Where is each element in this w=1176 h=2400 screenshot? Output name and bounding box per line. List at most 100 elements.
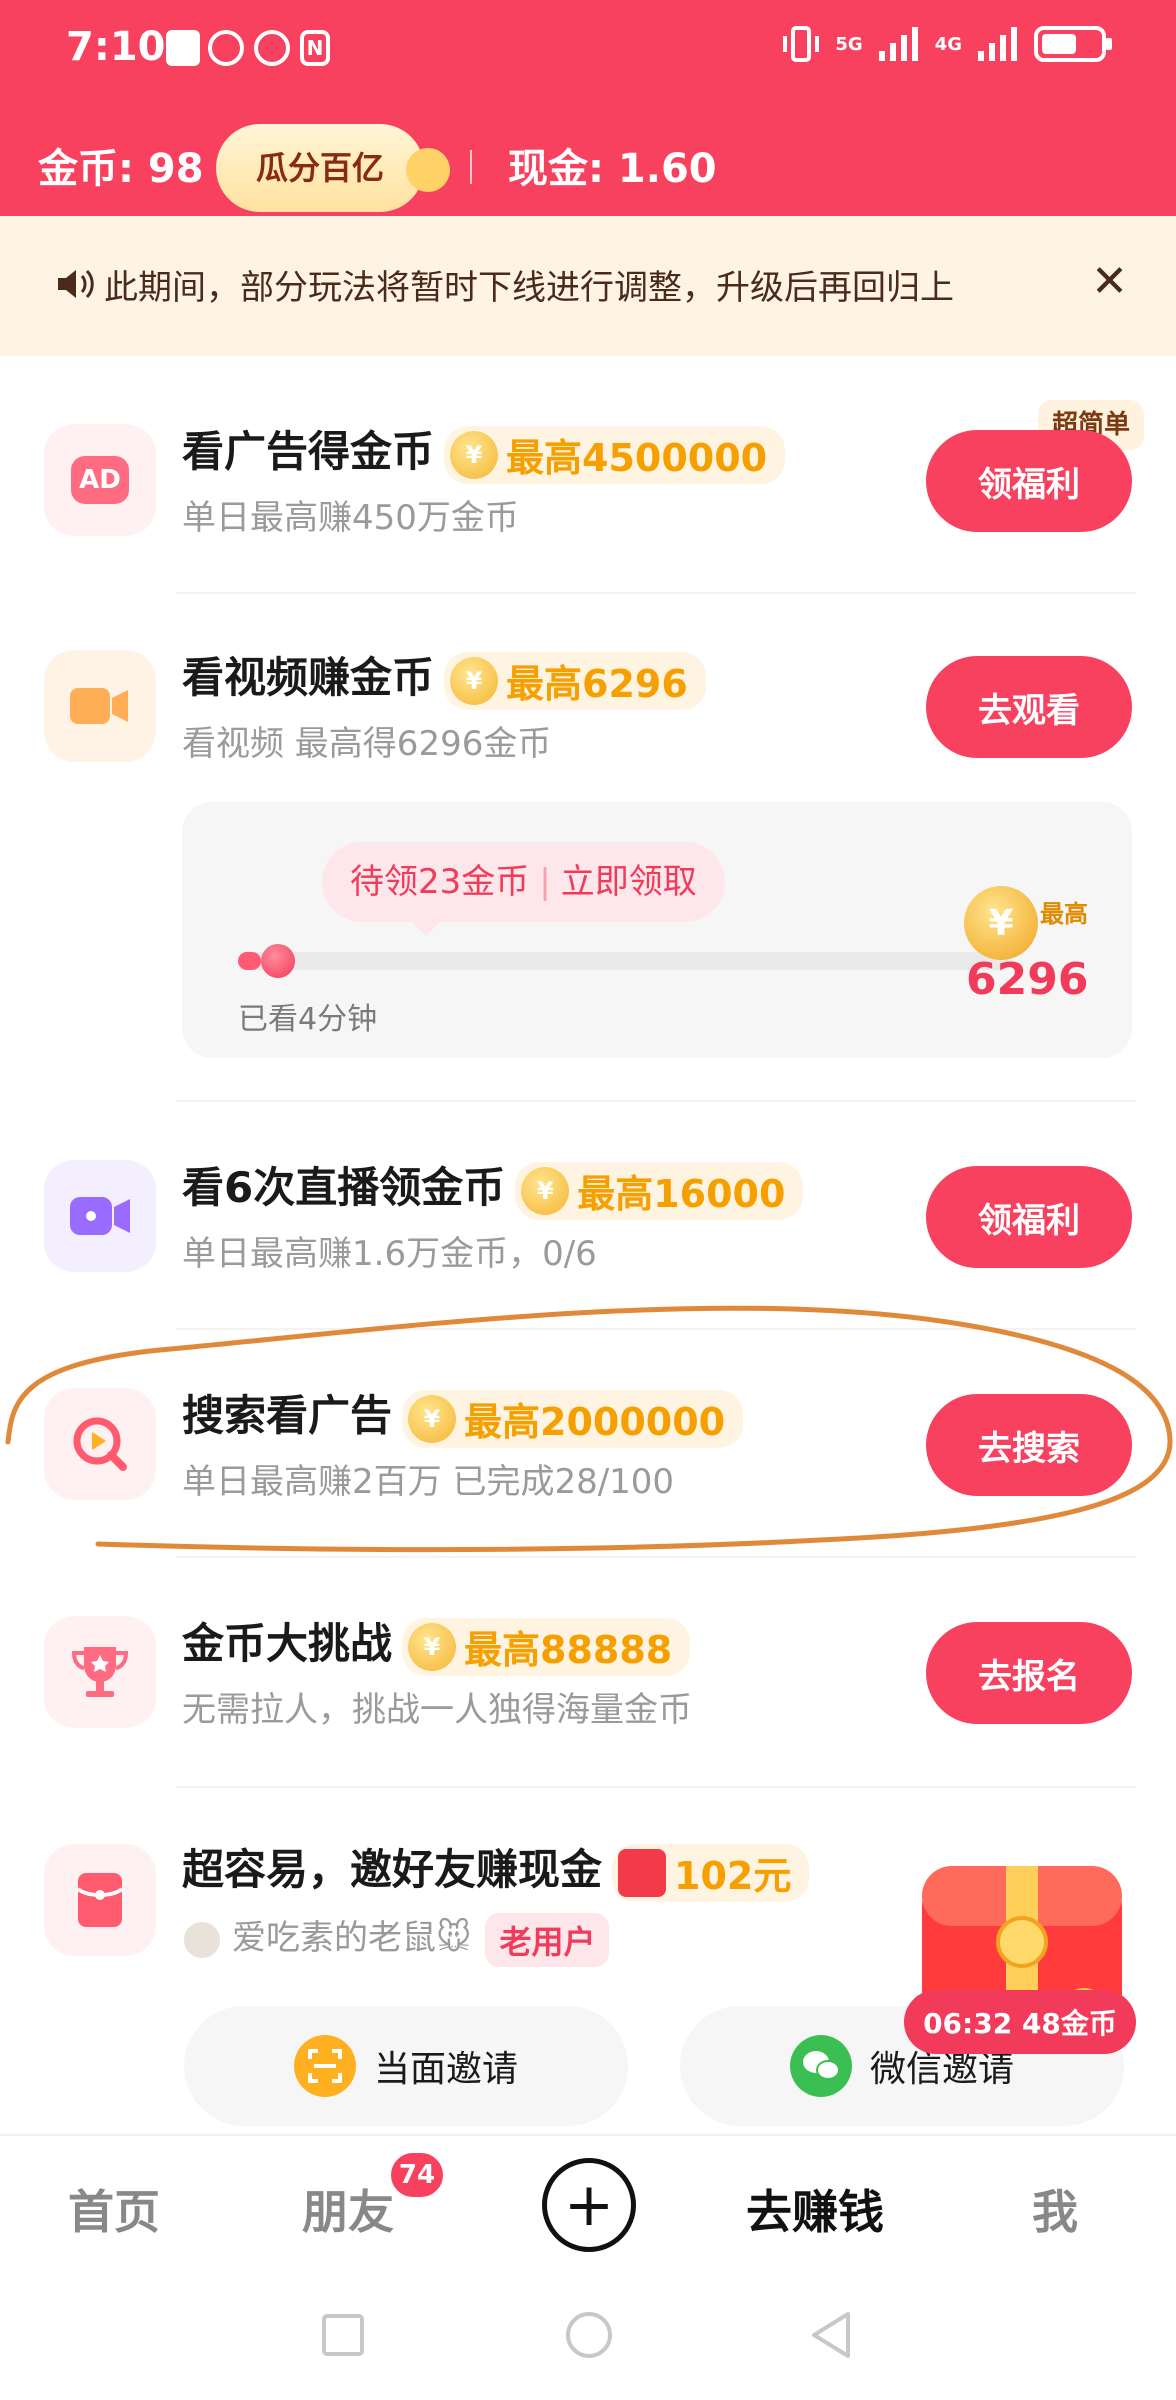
row-divider xyxy=(176,1328,1136,1330)
scan-glyph xyxy=(307,2049,342,2083)
battery-icon xyxy=(1034,26,1112,62)
watch-progress-knob xyxy=(261,944,295,978)
task-subtitle: 单日最高赚1.6万金币，0/6 xyxy=(182,1234,597,1274)
avatar xyxy=(182,1919,222,1960)
notice-text: 此期间，部分玩法将暂时下线进行调整，升级后再回归上 xyxy=(104,268,954,308)
promo-pill-button[interactable]: 瓜分百亿 xyxy=(216,124,451,212)
claim-welfare-button[interactable]: 领福利 xyxy=(926,1166,1132,1268)
claim-now-link[interactable]: 立即领取 xyxy=(561,862,697,902)
reward-text: 最高4500000 xyxy=(506,436,768,480)
coin-icon: ¥ xyxy=(450,430,499,479)
task-row-watch-video: 看视频赚金币 ¥ 最高6296 看视频 最高得6296金币 去观看 xyxy=(0,606,1176,806)
trophy-glyph xyxy=(71,1647,129,1697)
tab-earn[interactable]: 去赚钱 xyxy=(746,2176,884,2242)
app-header: 7:10 N 5G 4G 金币: 98 瓜分百亿 现金: 1.60 xyxy=(0,0,1176,216)
network-5g-label: 5G xyxy=(835,33,863,55)
close-icon[interactable]: ✕ xyxy=(1091,256,1128,307)
old-user-tag: 老用户 xyxy=(485,1912,610,1967)
inviter-line: 爱吃素的老鼠🐭 老用户 xyxy=(182,1910,610,1967)
system-nav-bar xyxy=(0,2274,1176,2400)
task-title-text: 看6次直播领金币 xyxy=(182,1163,506,1212)
tab-me[interactable]: 我 xyxy=(1032,2176,1078,2242)
status-indicators: 5G 4G xyxy=(781,26,1112,62)
task-subtitle: 单日最高赚450万金币 xyxy=(182,498,519,538)
notice-bar: 此期间，部分玩法将暂时下线进行调整，升级后再回归上 ✕ xyxy=(0,216,1176,356)
go-watch-button[interactable]: 去观看 xyxy=(926,656,1132,758)
vibrate-icon xyxy=(783,26,820,62)
task-row-coin-challenge: 金币大挑战 ¥ 最高88888 无需拉人，挑战一人独得海量金币 去报名 xyxy=(0,1572,1176,1772)
wechat-icon xyxy=(789,2035,852,2097)
ad-icon: AD xyxy=(44,424,156,536)
task-title: 看广告得金币 ¥ 最高4500000 xyxy=(182,418,786,484)
task-title-text: 金币大挑战 xyxy=(182,1619,393,1668)
reward-badge: ¥ 最高6296 xyxy=(444,651,706,710)
bubble-separator: | xyxy=(539,862,551,902)
home-circle-icon[interactable] xyxy=(564,2310,614,2360)
signal-5g-icon xyxy=(878,27,918,61)
task-title: 搜索看广告 ¥ 最高2000000 xyxy=(182,1382,744,1448)
task-title: 金币大挑战 ¥ 最高88888 xyxy=(182,1610,691,1676)
data-saver-icon xyxy=(208,30,244,66)
task-subtitle: 单日最高赚2百万 已完成28/100 xyxy=(182,1462,675,1502)
reward-badge: ¥ 最高4500000 xyxy=(444,425,786,484)
back-triangle-icon[interactable] xyxy=(808,2310,854,2360)
pending-coins-bubble[interactable]: 待领23金币 | 立即领取 xyxy=(322,842,725,936)
row-divider xyxy=(176,1786,1136,1788)
coin-icon: ¥ xyxy=(408,1622,457,1671)
friends-badge: 74 xyxy=(388,2150,446,2200)
tab-friends[interactable]: 朋友 xyxy=(302,2176,394,2242)
trophy-icon xyxy=(44,1616,156,1728)
video-camera-icon xyxy=(44,650,156,762)
coin-balance[interactable]: 金币: 98 xyxy=(38,136,204,194)
task-title-text: 搜索看广告 xyxy=(182,1391,393,1440)
row-divider xyxy=(176,1556,1136,1558)
reward-text: 最高88888 xyxy=(464,1628,673,1672)
speed-icon xyxy=(254,30,290,66)
red-envelope-icon xyxy=(44,1844,156,1956)
task-title-text: 看视频赚金币 xyxy=(182,653,435,702)
task-subtitle: 看视频 最高得6296金币 xyxy=(182,724,552,764)
inviter-name: 爱吃素的老鼠🐭 xyxy=(232,1918,472,1958)
search-play-icon xyxy=(44,1388,156,1500)
task-title-text: 看广告得金币 xyxy=(182,427,435,476)
gift-timer-badge[interactable]: 06:32 48金币 xyxy=(904,1990,1136,2054)
watch-progress-track xyxy=(238,952,1008,970)
red-envelope-glyph xyxy=(76,1873,124,1927)
cash-balance[interactable]: 现金: 1.60 xyxy=(508,136,717,194)
reward-badge: ¥ 最高16000 xyxy=(515,1161,804,1220)
watch-progress-fill xyxy=(238,952,261,970)
live-camera-glyph xyxy=(70,1197,130,1235)
network-4g-label: 4G xyxy=(934,33,962,55)
reward-text: 最高6296 xyxy=(506,662,688,706)
pending-coins-text: 待领23金币 xyxy=(350,862,530,902)
create-plus-button[interactable]: + xyxy=(542,2158,636,2252)
coin-icon: ¥ xyxy=(521,1166,570,1215)
battery-level xyxy=(1042,34,1076,54)
row-divider xyxy=(176,592,1136,594)
signal-4g-icon xyxy=(978,27,1017,61)
go-search-button[interactable]: 去搜索 xyxy=(926,1394,1132,1496)
recent-apps-icon[interactable] xyxy=(320,2312,366,2358)
search-play-glyph xyxy=(73,1417,127,1471)
bottom-nav: 首页 朋友 74 + 去赚钱 我 xyxy=(0,2134,1176,2274)
reward-badge: 102元 xyxy=(612,1843,810,1902)
video-camera-glyph xyxy=(70,688,128,724)
status-bar: 7:10 N 5G 4G xyxy=(0,0,1176,100)
sign-up-button[interactable]: 去报名 xyxy=(926,1622,1132,1724)
live-camera-icon xyxy=(44,1160,156,1272)
task-row-search-ad: 搜索看广告 ¥ 最高2000000 单日最高赚2百万 已完成28/100 去搜索 xyxy=(0,1344,1176,1544)
task-title-text: 超容易，邀好友赚现金 xyxy=(182,1845,603,1894)
speaker-icon xyxy=(58,269,94,299)
reward-badge: ¥ 最高88888 xyxy=(402,1617,691,1676)
task-title: 看6次直播领金币 ¥ 最高16000 xyxy=(182,1154,804,1220)
face-to-face-invite-button[interactable]: 当面邀请 xyxy=(184,2006,628,2126)
task-title: 超容易，邀好友赚现金 102元 xyxy=(182,1836,810,1902)
task-subtitle: 无需拉人，挑战一人独得海量金币 xyxy=(182,1690,692,1730)
reward-badge: ¥ 最高2000000 xyxy=(402,1389,744,1448)
tab-home[interactable]: 首页 xyxy=(68,2176,160,2242)
claim-welfare-button[interactable]: 领福利 xyxy=(926,430,1132,532)
red-packet-icon xyxy=(618,1848,667,1897)
header-divider xyxy=(470,150,472,184)
coin-stack-icon: ¥ xyxy=(964,886,1038,960)
reward-text: 102元 xyxy=(674,1854,792,1898)
